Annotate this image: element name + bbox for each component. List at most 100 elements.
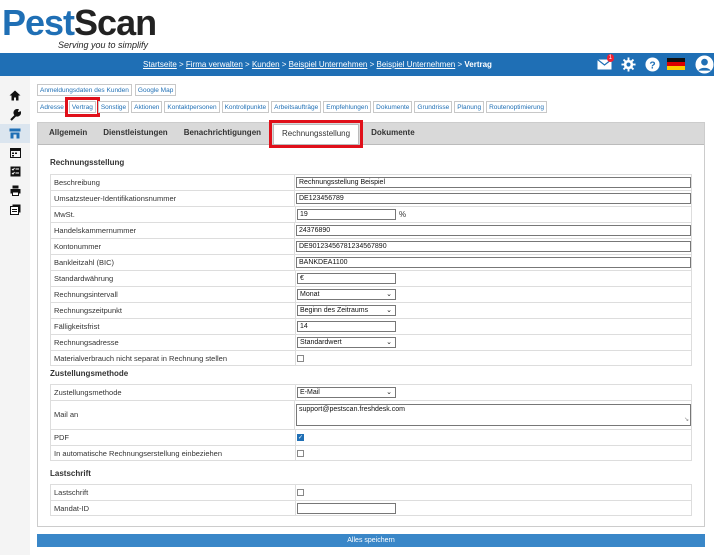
customer-links-row: Anmeldungsdaten des Kunden Google Map	[37, 84, 177, 96]
chevron-down-icon: ⌄	[386, 389, 392, 396]
tab-general[interactable]: Allgemein	[41, 122, 95, 144]
tab-route-optimization[interactable]: Routenoptimierung	[486, 101, 547, 113]
form-row: Rechnungszeitpunkt Beginn des Zeitraums ⌄	[50, 302, 692, 318]
account-number-input[interactable]: DE90123456781234567890	[296, 241, 691, 252]
german-flag-icon[interactable]	[666, 54, 686, 74]
tab-planning[interactable]: Planung	[454, 101, 485, 113]
form-row: Kontonummer DE90123456781234567890	[50, 238, 692, 254]
form-row: Materialverbrauch nicht separat in Rechn…	[50, 350, 692, 366]
checklist-icon[interactable]	[0, 162, 30, 181]
form-row: Umsatzsteuer-Identifikationsnummer DE1234…	[50, 190, 692, 206]
help-icon[interactable]: ?	[642, 54, 662, 74]
tab-google-map[interactable]: Google Map	[134, 84, 177, 96]
tab-actions[interactable]: Aktionen	[131, 101, 163, 113]
tab-login-data[interactable]: Anmeldungsdaten des Kunden	[37, 84, 132, 96]
chevron-down-icon: ⌄	[386, 307, 392, 314]
resize-handle-icon[interactable]: ↘	[684, 416, 689, 425]
breadcrumb-link[interactable]: Beispiel Unternehmen	[289, 60, 368, 69]
field-label: Rechnungszeitpunkt	[51, 303, 296, 318]
field-label: Bankleitzahl (BIC)	[51, 255, 295, 270]
field-label: Lastschrift	[51, 485, 296, 500]
delivery-method-select[interactable]: E-Mail ⌄	[297, 387, 396, 398]
tab-recommendations[interactable]: Empfehlungen	[323, 101, 372, 113]
tab-other[interactable]: Sonstige	[97, 101, 130, 113]
field-label: Materialverbrauch nicht separat in Rechn…	[51, 351, 296, 365]
form-row: Lastschrift	[50, 484, 692, 500]
svg-text:?: ?	[649, 60, 655, 71]
direct-debit-checkbox[interactable]	[297, 489, 304, 496]
gear-icon[interactable]	[618, 54, 638, 74]
contract-panel: Allgemein Dienstleistungen Benachrichtig…	[37, 120, 705, 527]
field-label: In automatische Rechnungserstellung einb…	[51, 446, 296, 460]
breadcrumb-current: Vertrag	[464, 60, 492, 69]
calendar-icon[interactable]	[0, 143, 30, 162]
logo-wordmark: PestScan	[2, 2, 157, 43]
breadcrumb-link[interactable]: Firma verwalten	[186, 60, 243, 69]
top-navigation-bar: Startseite > Firma verwalten > Kunden > …	[0, 53, 714, 76]
customer-subtabs-row: Adresse Vertrag Sonstige Aktionen Kontak…	[37, 97, 547, 117]
billing-interval-select[interactable]: Monat ⌄	[297, 289, 396, 300]
logo: PestScan Serving you to simplify	[0, 2, 170, 51]
tab-contacts[interactable]: Kontaktpersonen	[164, 101, 220, 113]
billing-address-select[interactable]: Standardwert ⌄	[297, 337, 396, 348]
section-title-debit: Lastschrift	[50, 469, 91, 478]
bic-input[interactable]: BANKDEA1100	[296, 257, 691, 268]
section-title-billing: Rechnungsstellung	[50, 158, 125, 167]
field-label: Zustellungsmethode	[51, 385, 296, 400]
form-row: MwSt. 19%	[50, 206, 692, 222]
tab-address[interactable]: Adresse	[37, 101, 67, 113]
billing-time-select[interactable]: Beginn des Zeitraums ⌄	[297, 305, 396, 316]
form-row: PDF ✓	[50, 429, 692, 445]
chevron-down-icon: ⌄	[386, 291, 392, 298]
field-label: Mandat-ID	[51, 501, 296, 515]
tab-checkpoints[interactable]: Kontrollpunkte	[221, 101, 270, 113]
tab-contract[interactable]: Vertrag	[64, 97, 100, 117]
field-label: Umsatzsteuer-Identifikationsnummer	[51, 191, 295, 206]
tab-documents[interactable]: Dokumente	[373, 101, 413, 113]
home-icon[interactable]	[0, 86, 30, 105]
user-avatar-icon[interactable]	[694, 54, 714, 74]
tab-contract-documents[interactable]: Dokumente	[363, 122, 423, 144]
billing-form: Beschreibung Rechnungsstellung Beispiel U…	[50, 174, 692, 366]
form-row: Mail an support@pestscan.freshdesk.com ↘	[50, 400, 692, 429]
breadcrumb-link[interactable]: Startseite	[143, 60, 177, 69]
mandate-id-input[interactable]	[297, 502, 396, 514]
field-label: Handelskammernummer	[51, 223, 295, 238]
form-row: Fälligkeitsfrist 14	[50, 318, 692, 334]
breadcrumb-link[interactable]: Beispiel Unternehmen	[377, 60, 456, 69]
mail-to-textarea[interactable]: support@pestscan.freshdesk.com ↘	[296, 404, 691, 426]
field-label: Kontonummer	[51, 239, 295, 254]
currency-input[interactable]: €	[297, 273, 396, 284]
printer-icon[interactable]	[0, 181, 30, 200]
tab-billing[interactable]: Rechnungsstellung	[269, 120, 364, 148]
vat-id-input[interactable]: DE123456789	[296, 193, 691, 204]
field-label: Standardwährung	[51, 271, 296, 286]
contract-tabs: Allgemein Dienstleistungen Benachrichtig…	[38, 120, 704, 148]
field-label: PDF	[51, 430, 296, 445]
debit-form: Lastschrift Mandat-ID	[50, 484, 692, 516]
form-row: Zustellungsmethode E-Mail ⌄	[50, 384, 692, 400]
chevron-down-icon: ⌄	[386, 339, 392, 346]
material-separate-checkbox[interactable]	[297, 354, 304, 362]
percent-unit: %	[399, 210, 407, 219]
tab-work-orders[interactable]: Arbeitsaufträge	[271, 101, 322, 113]
documents-icon[interactable]	[0, 200, 30, 219]
logo-tagline: Serving you to simplify	[58, 40, 149, 50]
wrench-icon[interactable]	[0, 105, 30, 124]
auto-billing-checkbox[interactable]	[297, 449, 304, 457]
field-label: Beschreibung	[51, 175, 295, 190]
due-period-input[interactable]: 14	[297, 321, 396, 332]
pdf-checkbox[interactable]: ✓	[297, 434, 304, 441]
mail-icon[interactable]: 1	[594, 54, 614, 74]
vat-rate-input[interactable]: 19	[297, 209, 396, 220]
description-input[interactable]: Rechnungsstellung Beispiel	[296, 177, 691, 188]
breadcrumb-link[interactable]: Kunden	[252, 60, 280, 69]
building-icon[interactable]	[0, 124, 30, 143]
form-row: In automatische Rechnungserstellung einb…	[50, 445, 692, 461]
tab-notifications[interactable]: Benachrichtigungen	[176, 122, 269, 144]
form-row: Handelskammernummer 24376890	[50, 222, 692, 238]
tab-floorplans[interactable]: Grundrisse	[414, 101, 453, 113]
tab-services[interactable]: Dienstleistungen	[95, 122, 175, 144]
chamber-number-input[interactable]: 24376890	[296, 225, 691, 236]
save-all-button[interactable]: Alles speichern	[37, 534, 705, 547]
